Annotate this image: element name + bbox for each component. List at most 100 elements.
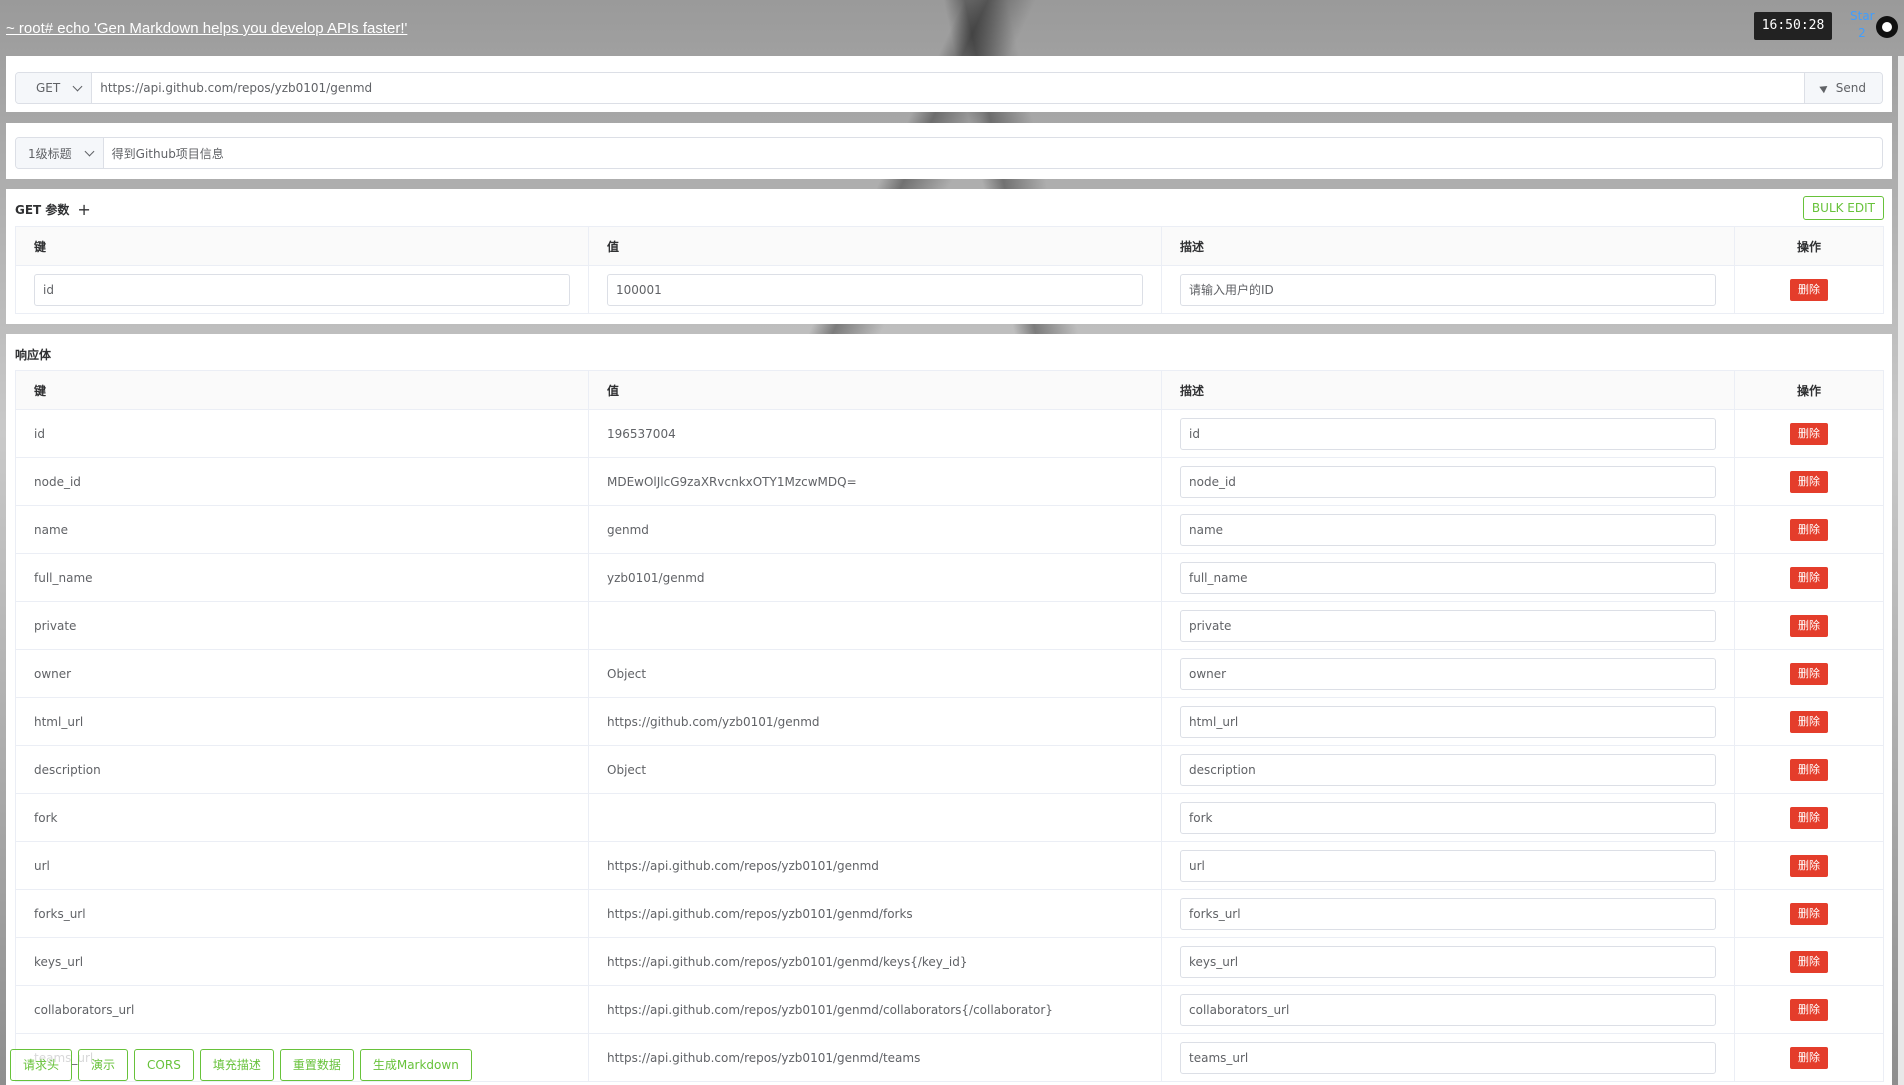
description-input[interactable]: teams_url: [1180, 1041, 1716, 1074]
delete-button[interactable]: 删除: [1790, 902, 1828, 925]
description-input[interactable]: description: [1180, 753, 1716, 786]
delete-button[interactable]: 删除: [1790, 806, 1828, 829]
top-bar: ~ root# echo 'Gen Markdown helps you dev…: [0, 0, 1904, 56]
key-cell: fork: [15, 793, 589, 842]
action-cell: 删除: [1734, 937, 1884, 986]
description-input[interactable]: private: [1180, 609, 1716, 642]
key-cell: id: [15, 409, 589, 458]
param-description-input[interactable]: 请输入用户的ID: [1180, 273, 1716, 306]
desc-cell: description: [1161, 745, 1735, 794]
description-input[interactable]: collaborators_url: [1180, 993, 1716, 1026]
action-cell: 删除: [1734, 985, 1884, 1034]
reset-data-button[interactable]: 重置数据: [279, 1049, 354, 1081]
value-cell: 196537004: [588, 409, 1162, 458]
column-header-value: 值: [588, 226, 1162, 266]
fill-description-button[interactable]: 填充描述: [199, 1049, 274, 1081]
column-header-value: 值: [588, 370, 1162, 410]
heading-level-value: 1级标题: [28, 146, 72, 161]
chevron-down-icon: [72, 81, 83, 92]
delete-button[interactable]: 删除: [1790, 470, 1828, 493]
clock: 16:50:28: [1754, 12, 1832, 40]
delete-button[interactable]: 删除: [1790, 758, 1828, 781]
response-table-body: id 196537004 id 删除 node_id MDEwOlJlcG9zaXRvcn…: [15, 409, 1884, 1082]
value-cell: yzb0101/genmd: [588, 553, 1162, 602]
star-count[interactable]: 2: [1850, 25, 1874, 42]
desc-cell: fork: [1161, 793, 1735, 842]
delete-button[interactable]: 删除: [1790, 566, 1828, 589]
action-cell: 删除: [1734, 697, 1884, 746]
star-widget[interactable]: Star 2: [1850, 8, 1875, 42]
table-row: collaborators_url https://api.github.com/…: [15, 985, 1884, 1034]
action-cell: 删除: [1734, 745, 1884, 794]
table-row: id 100001 请输入用户的ID 删除: [15, 265, 1884, 314]
description-input[interactable]: name: [1180, 513, 1716, 546]
value-cell: [588, 601, 1162, 650]
page-scrollbar[interactable]: [1898, 56, 1904, 1085]
description-input[interactable]: url: [1180, 849, 1716, 882]
delete-button[interactable]: 删除: [1790, 998, 1828, 1021]
value-cell: Object: [588, 745, 1162, 794]
desc-cell: private: [1161, 601, 1735, 650]
description-input[interactable]: node_id: [1180, 465, 1716, 498]
request-headers-button[interactable]: 请求头: [10, 1049, 73, 1081]
action-cell: 删除: [1734, 601, 1884, 650]
description-input[interactable]: forks_url: [1180, 897, 1716, 930]
response-header: 响应体: [15, 346, 51, 363]
column-header-key: 键: [15, 370, 589, 410]
column-header-description: 描述: [1161, 370, 1735, 410]
desc-cell: html_url: [1161, 697, 1735, 746]
value-cell: https://api.github.com/repos/yzb0101/gen…: [588, 937, 1162, 986]
value-cell: MDEwOlJlcG9zaXRvcnkxOTY1MzcwMDQ=: [588, 457, 1162, 506]
get-params-table: 键 值 描述 操作 id 100001 请输入用户的ID 删除: [15, 226, 1884, 314]
description-input[interactable]: id: [1180, 417, 1716, 450]
delete-button[interactable]: 删除: [1790, 278, 1828, 301]
generate-markdown-button[interactable]: 生成Markdown: [359, 1049, 472, 1081]
demo-button[interactable]: 演示: [78, 1049, 129, 1081]
description-input[interactable]: full_name: [1180, 561, 1716, 594]
delete-button[interactable]: 删除: [1790, 710, 1828, 733]
table-row: keys_url https://api.github.com/repos/yzb…: [15, 937, 1884, 986]
description-input[interactable]: keys_url: [1180, 945, 1716, 978]
method-select[interactable]: GET: [16, 73, 93, 103]
header-echo-link[interactable]: ~ root# echo 'Gen Markdown helps you dev…: [6, 20, 407, 37]
key-cell: collaborators_url: [15, 985, 589, 1034]
get-params-header: GET 参数 +: [15, 201, 91, 218]
column-header-action: 操作: [1734, 370, 1884, 410]
add-param-plus-icon[interactable]: +: [77, 201, 90, 217]
action-cell: 删除: [1734, 793, 1884, 842]
github-icon[interactable]: [1876, 16, 1898, 38]
url-input[interactable]: https://api.github.com/repos/yzb0101/gen…: [92, 73, 1804, 103]
delete-button[interactable]: 删除: [1790, 950, 1828, 973]
table-header-row: 键 值 描述 操作: [15, 370, 1884, 410]
delete-button[interactable]: 删除: [1790, 662, 1828, 685]
desc-cell: id: [1161, 409, 1735, 458]
delete-button[interactable]: 删除: [1790, 518, 1828, 541]
heading-level-select[interactable]: 1级标题: [16, 138, 104, 168]
request-url-bar: GET https://api.github.com/repos/yzb0101…: [15, 72, 1883, 104]
description-input[interactable]: html_url: [1180, 705, 1716, 738]
param-value-input[interactable]: 100001: [607, 273, 1143, 306]
delete-button[interactable]: 删除: [1790, 422, 1828, 445]
get-params-panel: GET 参数 + BULK EDIT 键 值 描述 操作 id 100001 请…: [6, 189, 1892, 324]
key-cell: keys_url: [15, 937, 589, 986]
star-label[interactable]: Star: [1850, 8, 1875, 25]
action-cell: 删除: [1734, 649, 1884, 698]
bulk-edit-button[interactable]: BULK EDIT: [1802, 196, 1884, 220]
cors-button[interactable]: CORS: [134, 1049, 194, 1081]
response-title: 响应体: [15, 348, 52, 362]
send-button[interactable]: Send: [1803, 73, 1882, 103]
table-row: forks_url https://api.github.com/repos/yz…: [15, 889, 1884, 938]
delete-button[interactable]: 删除: [1790, 1046, 1828, 1069]
param-key-input[interactable]: id: [34, 273, 570, 306]
api-title-input[interactable]: 得到Github项目信息: [104, 138, 1882, 168]
delete-button[interactable]: 删除: [1790, 854, 1828, 877]
delete-button[interactable]: 删除: [1790, 614, 1828, 637]
description-input[interactable]: owner: [1180, 657, 1716, 690]
key-cell: html_url: [15, 697, 589, 746]
desc-cell: full_name: [1161, 553, 1735, 602]
action-cell: 删除: [1734, 889, 1884, 938]
description-input[interactable]: fork: [1180, 801, 1716, 834]
footer-toolbar: 请求头 演示 CORS 填充描述 重置数据 生成Markdown: [10, 1049, 472, 1081]
key-cell: url: [15, 841, 589, 890]
desc-cell: node_id: [1161, 457, 1735, 506]
